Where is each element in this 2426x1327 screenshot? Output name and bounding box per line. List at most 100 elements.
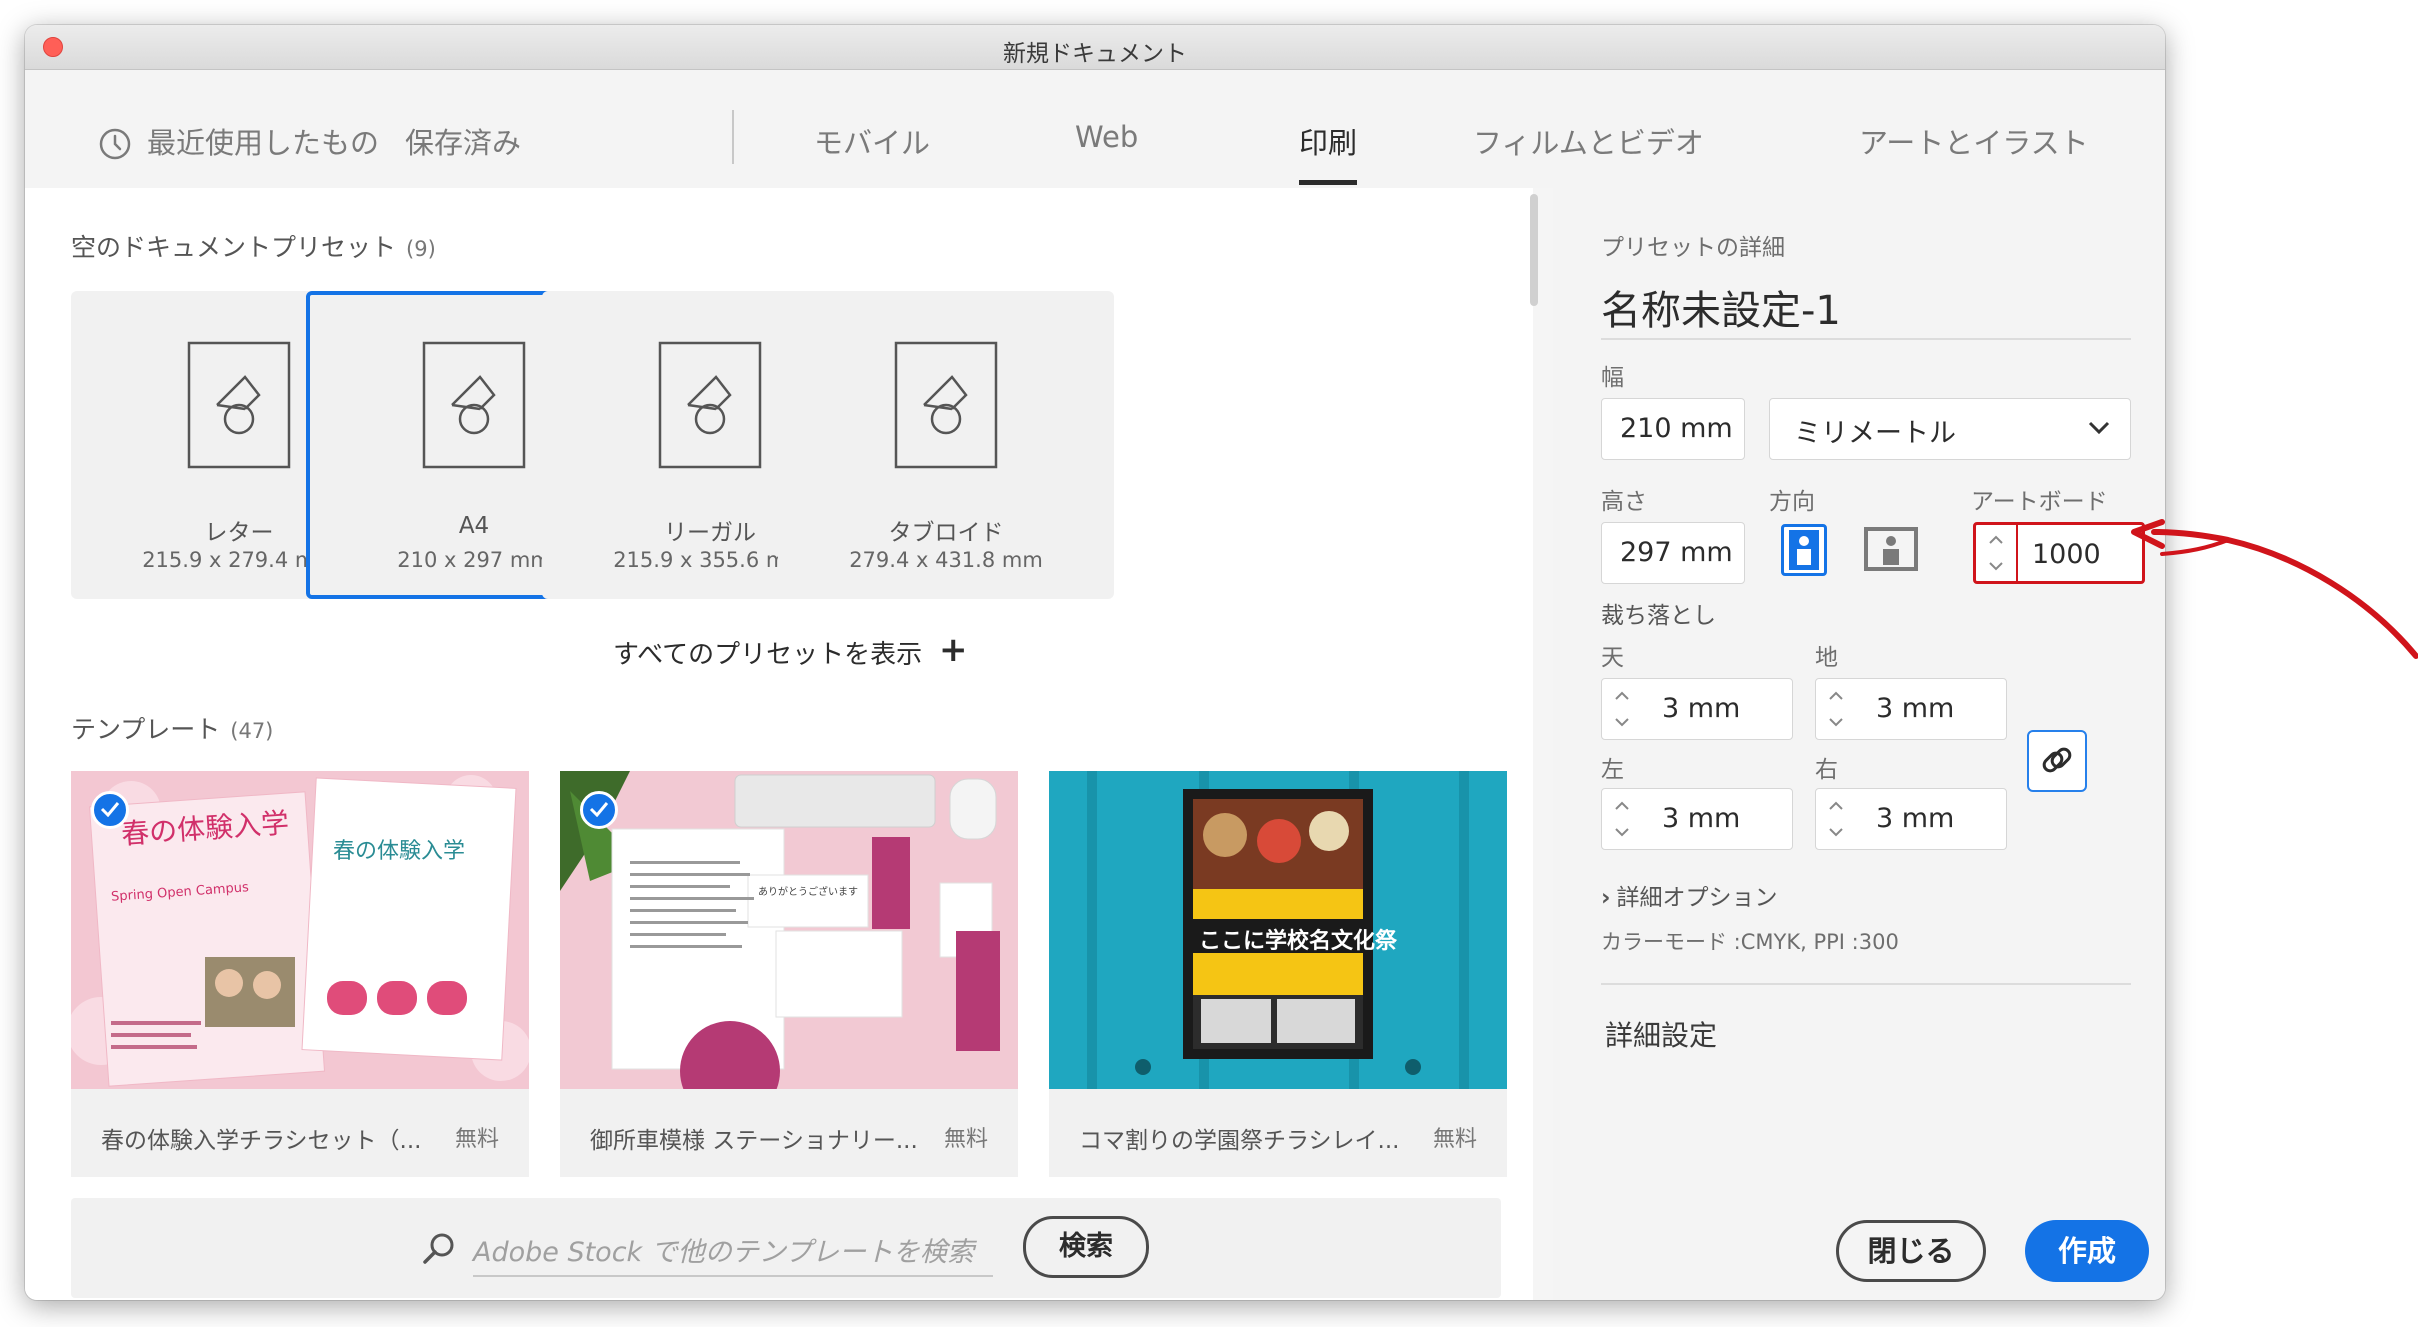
bleed-bottom-stepper[interactable] <box>1816 679 1856 739</box>
chevron-down-icon[interactable] <box>1614 717 1630 727</box>
bleed-left-stepper[interactable] <box>1602 789 1642 849</box>
chevron-down-icon[interactable] <box>1828 827 1844 837</box>
plus-icon[interactable]: + <box>939 633 968 667</box>
orientation-label: 方向 <box>1769 489 1815 515</box>
more-options-toggle[interactable]: › 詳細オプション <box>1601 878 1777 912</box>
bleed-right-stepper[interactable] <box>1816 789 1856 849</box>
document-icon <box>187 341 291 469</box>
advanced-settings-button[interactable]: 詳細設定 <box>1605 1014 1717 1054</box>
template-caption: 御所車模様 ステーショナリー... <box>590 1128 918 1154</box>
chevron-up-icon[interactable] <box>1614 691 1630 701</box>
create-button[interactable]: 作成 <box>2025 1220 2149 1282</box>
tab-saved[interactable]: 保存済み <box>405 120 521 162</box>
preset-tabloid[interactable]: タブロイド 279.4 x 431.8 mm <box>778 291 1114 599</box>
bleed-right-field[interactable]: 3 mm <box>1815 788 2007 850</box>
chevron-down-icon[interactable] <box>1828 717 1844 727</box>
tab-recent[interactable]: 最近使用したもの <box>147 120 379 162</box>
search-button[interactable]: 検索 <box>1023 1216 1149 1278</box>
chevron-down-icon[interactable] <box>1614 827 1630 837</box>
chevron-up-icon[interactable] <box>1988 535 2004 545</box>
search-icon <box>423 1233 454 1264</box>
landscape-orientation-button[interactable] <box>1863 524 1919 576</box>
tab-art-illustration[interactable]: アートとイラスト <box>1859 120 2089 162</box>
document-name-input[interactable]: 名称未設定-1 <box>1601 278 2131 336</box>
tab-web[interactable]: Web <box>1075 120 1138 154</box>
templates-count: (47) <box>230 719 274 743</box>
chevron-up-icon[interactable] <box>1828 801 1844 811</box>
template-thumbnail: ここに学校名文化祭 <box>1049 771 1507 1089</box>
preset-name: タブロイド <box>888 520 1004 546</box>
template-card[interactable]: ここに学校名文化祭 コマ割りの学園祭チラシレイ... 無料 <box>1049 771 1507 1177</box>
card-text: ありがとうございます <box>758 887 858 898</box>
unit-value: ミリメートル <box>1794 418 1956 449</box>
unit-dropdown[interactable]: ミリメートル <box>1769 398 2131 460</box>
artboards-stepper[interactable] <box>1976 525 2018 581</box>
document-icon <box>658 341 762 469</box>
bleed-label: 裁ち落とし <box>1601 603 1716 629</box>
bleed-left-value: 3 mm <box>1662 803 1741 834</box>
chevron-up-icon[interactable] <box>1614 801 1630 811</box>
portrait-icon <box>1789 530 1819 570</box>
height-label: 高さ <box>1601 489 1647 515</box>
presets-pane: 空のドキュメントプリセット (9) レター 215.9 x 279.4 mm A4… <box>25 188 1538 1300</box>
chevron-down-icon <box>2088 421 2110 435</box>
close-button[interactable]: 閉じる <box>1836 1220 1986 1282</box>
chevron-up-icon[interactable] <box>1828 691 1844 701</box>
bleed-bottom-label: 地 <box>1815 645 1838 671</box>
width-value: 210 mm <box>1620 413 1733 444</box>
artboards-label: アートボード <box>1971 489 2108 515</box>
tab-divider <box>732 110 734 164</box>
flyer-title-2: 春の体験入学 <box>333 839 466 864</box>
height-field[interactable]: 297 mm <box>1601 522 1745 584</box>
stationery-illustration <box>560 771 1000 1089</box>
bleed-top-label: 天 <box>1601 645 1624 671</box>
landscape-icon <box>1864 527 1918 571</box>
annotation-arrow-icon <box>2131 519 2418 659</box>
preset-details-heading: プリセットの詳細 <box>1601 235 1785 261</box>
link-icon <box>2042 747 2072 773</box>
template-price: 無料 <box>454 1127 499 1152</box>
tab-film-video[interactable]: フィルムとビデオ <box>1473 120 1704 162</box>
licensed-check-icon <box>580 791 618 829</box>
template-price: 無料 <box>943 1127 988 1152</box>
blank-presets-heading: 空のドキュメントプリセット (9) <box>71 228 436 264</box>
active-tab-indicator <box>1299 180 1357 185</box>
category-tabs: 最近使用したもの 保存済み モバイル Web 印刷 フィルムとビデオ アートとイ… <box>25 70 2165 188</box>
template-card[interactable]: 春の体験入学 春の体験入学 Spring Open Campus 春の体験入学チ… <box>71 771 529 1177</box>
link-bleed-button[interactable] <box>2027 730 2087 792</box>
show-all-presets-link[interactable]: すべてのプリセットを表示 <box>613 634 922 671</box>
licensed-check-icon <box>91 791 129 829</box>
clock-icon <box>99 128 131 160</box>
template-caption: コマ割りの学園祭チラシレイ... <box>1079 1128 1400 1154</box>
tab-mobile[interactable]: モバイル <box>814 120 930 162</box>
color-mode-info: カラーモード :CMYK, PPI :300 <box>1601 930 1899 954</box>
templates-heading: テンプレート (47) <box>71 710 273 746</box>
bleed-right-value: 3 mm <box>1876 803 1955 834</box>
bleed-right-label: 右 <box>1815 757 1838 783</box>
document-name-underline <box>1601 338 2131 340</box>
blank-presets-label: 空のドキュメントプリセット <box>71 233 397 262</box>
scrollbar[interactable] <box>1530 194 1538 306</box>
bleed-bottom-field[interactable]: 3 mm <box>1815 678 2007 740</box>
chevron-down-icon[interactable] <box>1988 561 2004 571</box>
bleed-left-field[interactable]: 3 mm <box>1601 788 1793 850</box>
divider <box>1601 983 2131 985</box>
poster-headline: ここに学校名文化祭 <box>1199 929 1398 954</box>
stock-search-input[interactable]: Adobe Stock で他のテンプレートを検索 <box>473 1230 993 1277</box>
bleed-top-field[interactable]: 3 mm <box>1601 678 1793 740</box>
height-value: 297 mm <box>1620 537 1733 568</box>
template-price: 無料 <box>1432 1127 1477 1152</box>
template-thumbnail: ありがとうございます <box>560 771 1018 1089</box>
width-label: 幅 <box>1601 365 1624 391</box>
templates-label: テンプレート <box>71 715 221 744</box>
document-icon <box>422 341 526 469</box>
tab-print[interactable]: 印刷 <box>1299 120 1357 162</box>
width-field[interactable]: 210 mm <box>1601 398 1745 460</box>
bleed-top-stepper[interactable] <box>1602 679 1642 739</box>
portrait-orientation-button[interactable] <box>1781 524 1827 576</box>
template-card[interactable]: ありがとうございます 御所車模様 ステーショナリー... 無料 <box>560 771 1018 1177</box>
bleed-top-value: 3 mm <box>1662 693 1741 724</box>
document-icon <box>894 341 998 469</box>
title-bar: 新規ドキュメント <box>25 25 2165 70</box>
window-title: 新規ドキュメント <box>1003 41 1187 67</box>
